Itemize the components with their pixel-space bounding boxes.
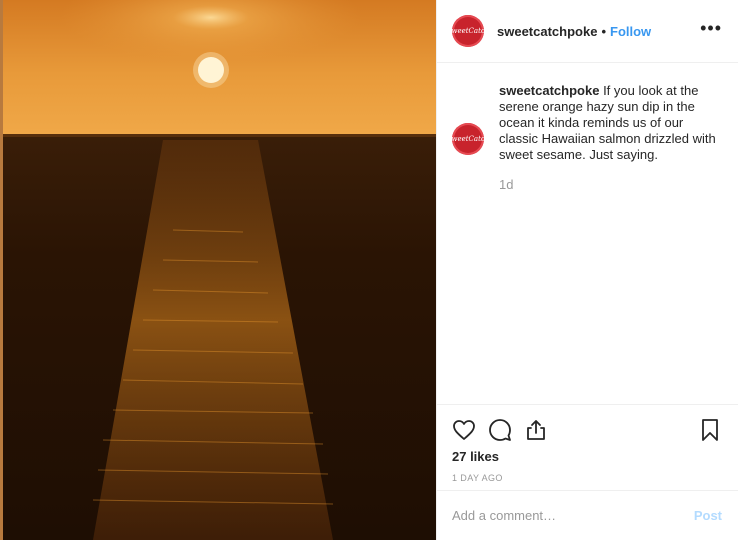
post-actions: 27 likes 1 DAY AGO — [437, 404, 738, 490]
caption-username[interactable]: sweetcatchpoke — [499, 83, 599, 98]
post-date[interactable]: 1 DAY AGO — [452, 473, 722, 483]
more-options-icon[interactable]: ••• — [700, 19, 722, 39]
caption-text: sweetcatchpoke If you look at the serene… — [499, 83, 717, 163]
comment-input[interactable] — [452, 508, 686, 523]
likes-count[interactable]: 27 likes — [452, 449, 722, 464]
avatar-logo-text: SweetCatch — [446, 27, 490, 35]
share-icon[interactable] — [524, 418, 548, 442]
post-header: SweetCatch sweetcatchpoke • Follow ••• — [437, 0, 738, 63]
caption-avatar[interactable]: SweetCatch — [447, 123, 489, 155]
action-icons — [452, 405, 722, 453]
post-button[interactable]: Post — [694, 508, 722, 523]
separator-dot: • — [601, 23, 606, 39]
caption-time-ago[interactable]: 1d — [499, 177, 738, 192]
comments-section: SweetCatch sweetcatchpoke If you look at… — [437, 64, 738, 404]
comment-form: Post — [437, 490, 738, 540]
post-detail-panel: SweetCatch sweetcatchpoke • Follow ••• S… — [436, 0, 738, 540]
caption: SweetCatch sweetcatchpoke If you look at… — [437, 64, 738, 163]
username-link[interactable]: sweetcatchpoke — [497, 24, 597, 39]
bookmark-icon[interactable] — [698, 418, 722, 442]
avatar[interactable]: SweetCatch — [447, 15, 489, 47]
post-image[interactable] — [3, 0, 436, 540]
heart-icon[interactable] — [452, 418, 476, 442]
sunset-ocean-photo — [3, 0, 436, 540]
follow-button[interactable]: Follow — [610, 24, 651, 39]
caption-avatar-logo-text: SweetCatch — [446, 135, 490, 143]
comment-icon[interactable] — [488, 418, 512, 442]
